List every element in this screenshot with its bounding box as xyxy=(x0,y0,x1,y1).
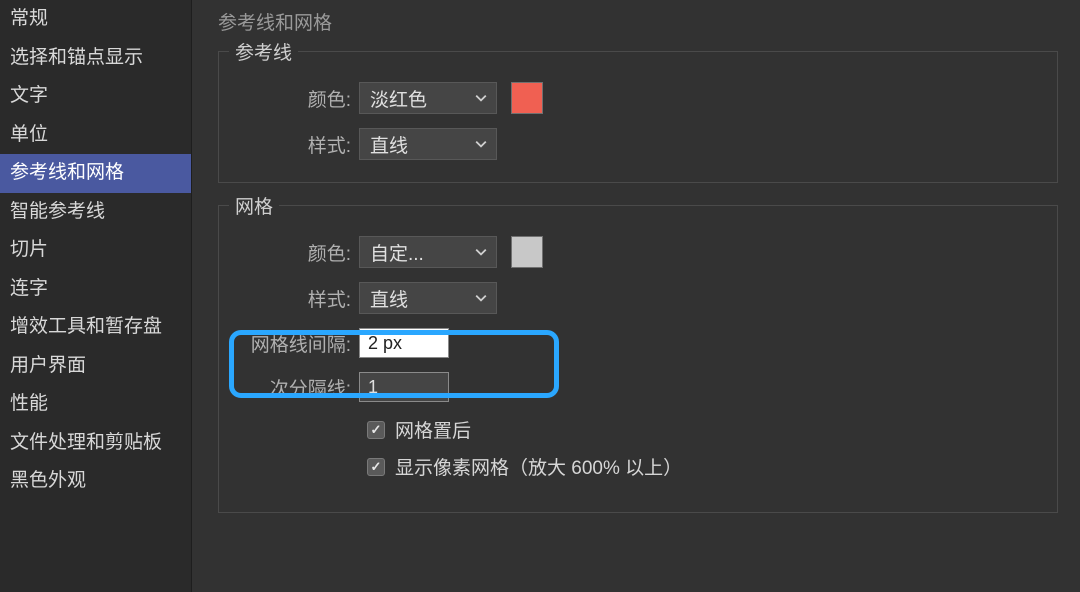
sidebar-item-general[interactable]: 常规 xyxy=(0,0,191,39)
grid-style-label: 样式: xyxy=(239,285,359,312)
sidebar-item-black-appearance[interactable]: 黑色外观 xyxy=(0,462,191,501)
sidebar-item-selection-anchor[interactable]: 选择和锚点显示 xyxy=(0,39,191,78)
preferences-sidebar: 常规 选择和锚点显示 文字 单位 参考线和网格 智能参考线 切片 连字 增效工具… xyxy=(0,0,192,592)
sidebar-item-units[interactable]: 单位 xyxy=(0,116,191,155)
sidebar-item-performance[interactable]: 性能 xyxy=(0,385,191,424)
guides-style-label: 样式: xyxy=(239,131,359,158)
grid-group: 网格 颜色: 自定... 样式: 直线 网格线间隔: xyxy=(218,205,1058,513)
grids-in-back-label: 网格置后 xyxy=(395,416,471,443)
grid-color-dropdown[interactable]: 自定... xyxy=(359,236,497,268)
chevron-down-icon xyxy=(474,291,488,305)
guides-group-title: 参考线 xyxy=(229,38,298,65)
show-pixel-grid-label: 显示像素网格（放大 600% 以上） xyxy=(395,453,682,480)
subdivision-input[interactable] xyxy=(359,372,449,402)
grid-group-title: 网格 xyxy=(229,192,279,219)
grid-style-dropdown[interactable]: 直线 xyxy=(359,282,497,314)
subdivision-label: 次分隔线: xyxy=(239,374,359,401)
sidebar-item-type[interactable]: 文字 xyxy=(0,77,191,116)
sidebar-item-file-clipboard[interactable]: 文件处理和剪贴板 xyxy=(0,424,191,463)
guides-color-dropdown[interactable]: 淡红色 xyxy=(359,82,497,114)
gridline-spacing-input[interactable] xyxy=(359,328,449,358)
sidebar-item-plugins-scratch[interactable]: 增效工具和暂存盘 xyxy=(0,308,191,347)
guides-color-value: 淡红色 xyxy=(370,85,427,112)
guides-group: 参考线 颜色: 淡红色 样式: 直线 xyxy=(218,51,1058,183)
preferences-content: 参考线和网格 参考线 颜色: 淡红色 样式: 直线 网格 xyxy=(192,0,1080,592)
guides-style-value: 直线 xyxy=(370,131,408,158)
guides-style-dropdown[interactable]: 直线 xyxy=(359,128,497,160)
grid-color-swatch[interactable] xyxy=(511,236,543,268)
sidebar-item-guides-grid[interactable]: 参考线和网格 xyxy=(0,154,191,193)
chevron-down-icon xyxy=(474,245,488,259)
page-title: 参考线和网格 xyxy=(218,8,1080,35)
gridline-spacing-label: 网格线间隔: xyxy=(239,330,359,357)
grid-style-value: 直线 xyxy=(370,285,408,312)
grid-color-value: 自定... xyxy=(370,239,424,266)
sidebar-item-slices[interactable]: 切片 xyxy=(0,231,191,270)
chevron-down-icon xyxy=(474,91,488,105)
sidebar-item-hyphenation[interactable]: 连字 xyxy=(0,270,191,309)
grids-in-back-checkbox[interactable] xyxy=(367,421,385,439)
guides-color-label: 颜色: xyxy=(239,85,359,112)
grid-color-label: 颜色: xyxy=(239,239,359,266)
show-pixel-grid-checkbox[interactable] xyxy=(367,458,385,476)
sidebar-item-smart-guides[interactable]: 智能参考线 xyxy=(0,193,191,232)
chevron-down-icon xyxy=(474,137,488,151)
sidebar-item-user-interface[interactable]: 用户界面 xyxy=(0,347,191,386)
guides-color-swatch[interactable] xyxy=(511,82,543,114)
